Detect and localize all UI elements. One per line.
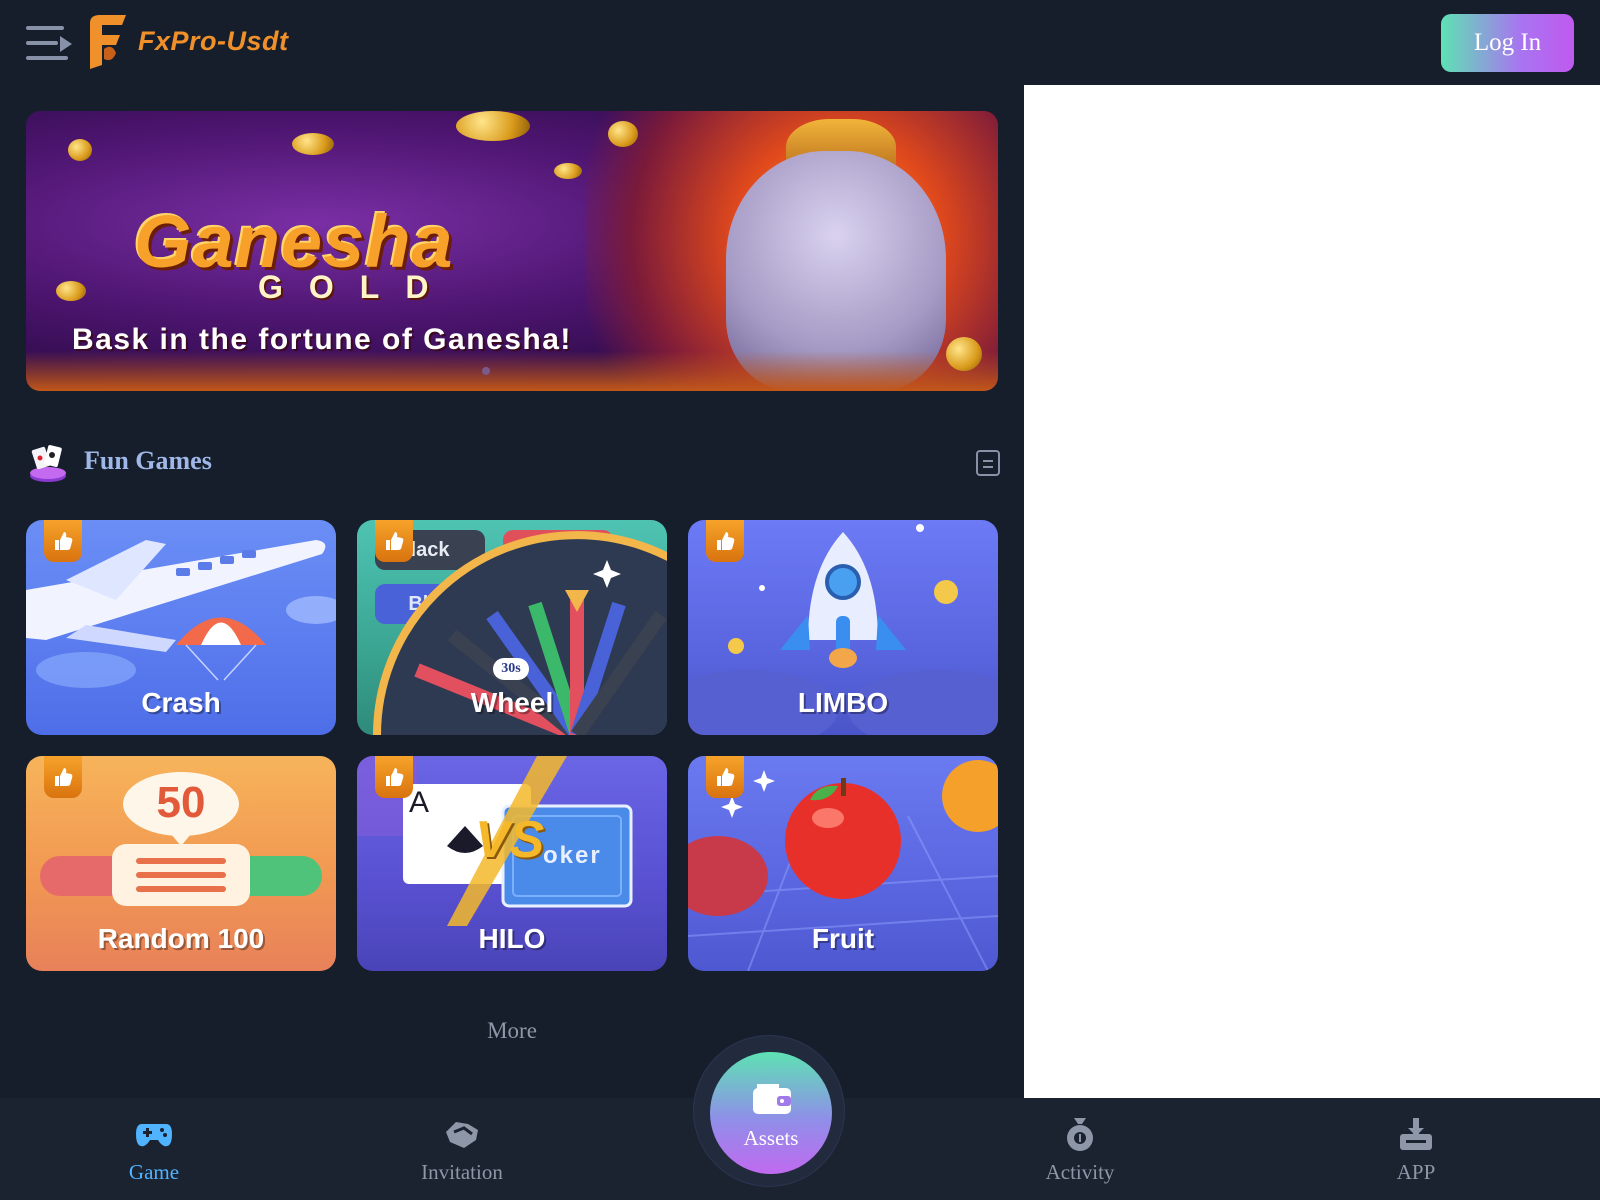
game-label: Crash <box>141 687 221 718</box>
like-badge-icon <box>706 520 744 562</box>
casino-chips-icon <box>30 445 66 482</box>
random-number: 50 <box>156 778 206 827</box>
game-label: Random 100 <box>97 923 265 954</box>
promo-banner[interactable]: Ganesha GOLD Bask in the fortune of Gane… <box>26 111 998 391</box>
nav-invitation[interactable]: Invitation <box>402 1098 522 1200</box>
nav-label: Activity <box>1045 1160 1115 1184</box>
like-badge-icon <box>706 756 744 798</box>
like-badge-icon <box>375 756 413 798</box>
nav-label: APP <box>1396 1160 1436 1184</box>
game-card-hilo[interactable]: A VS oker HILO <box>357 756 667 971</box>
game-card-fruit[interactable]: Fruit <box>688 756 998 971</box>
section-title: Fun Games <box>84 446 212 475</box>
game-label: Wheel <box>470 687 554 718</box>
game-label: Fruit <box>811 923 875 954</box>
nav-app[interactable]: APP <box>1366 1098 1466 1200</box>
wallet-icon <box>753 1084 791 1114</box>
game-label: LIMBO <box>797 687 889 718</box>
coin-image <box>554 163 582 179</box>
coin-image <box>456 111 530 141</box>
nav-label: Invitation <box>421 1160 503 1184</box>
game-card-crash[interactable]: Crash <box>26 520 336 735</box>
gamepad-icon <box>136 1124 172 1147</box>
like-badge-icon <box>44 520 82 562</box>
banner-floor <box>26 351 998 391</box>
nav-activity[interactable]: Activity <box>1030 1098 1130 1200</box>
like-badge-icon <box>375 520 413 562</box>
fun-games-header: Fun Games <box>26 440 1000 488</box>
login-button[interactable]: Log In <box>1441 14 1574 72</box>
handshake-icon <box>446 1122 478 1148</box>
nav-label: Assets <box>743 1126 799 1150</box>
coin-image <box>608 121 638 147</box>
brand-logo[interactable]: FxPro-Usdt <box>86 12 289 70</box>
list-view-icon[interactable] <box>976 450 1000 476</box>
menu-icon[interactable] <box>26 26 72 62</box>
coin-image <box>56 281 86 301</box>
nav-assets[interactable]: Assets <box>710 1052 832 1174</box>
card-text: oker <box>543 842 602 869</box>
money-bag-icon <box>1067 1118 1093 1151</box>
brand-name: FxPro-Usdt <box>138 25 289 56</box>
more-link[interactable]: More <box>0 1018 1024 1044</box>
coin-image <box>946 337 982 371</box>
wheel-timer: 30s <box>493 658 529 680</box>
carousel-dot[interactable] <box>482 367 490 375</box>
game-card-limbo[interactable]: LIMBO <box>688 520 998 735</box>
game-card-random-100[interactable]: 50 Random 100 <box>26 756 336 971</box>
game-label: HILO <box>478 923 546 954</box>
nav-game[interactable]: Game <box>104 1098 204 1200</box>
top-header: FxPro-Usdt Log In <box>0 0 1600 85</box>
games-grid: Crash lack Red Blue 30s Wheel <box>26 520 998 972</box>
banner-subtitle: GOLD <box>258 269 455 305</box>
coin-image <box>292 133 334 155</box>
vs-text: VS <box>475 811 545 869</box>
like-badge-icon <box>44 756 82 798</box>
banner-tagline: Bask in the fortune of Ganesha! <box>72 323 572 356</box>
download-icon <box>1400 1118 1432 1150</box>
nav-label: Game <box>128 1160 180 1184</box>
coin-image <box>68 139 92 161</box>
game-card-wheel[interactable]: lack Red Blue 30s Wheel <box>357 520 667 735</box>
side-panel <box>1024 85 1600 1098</box>
brand-logo-icon <box>90 15 126 69</box>
